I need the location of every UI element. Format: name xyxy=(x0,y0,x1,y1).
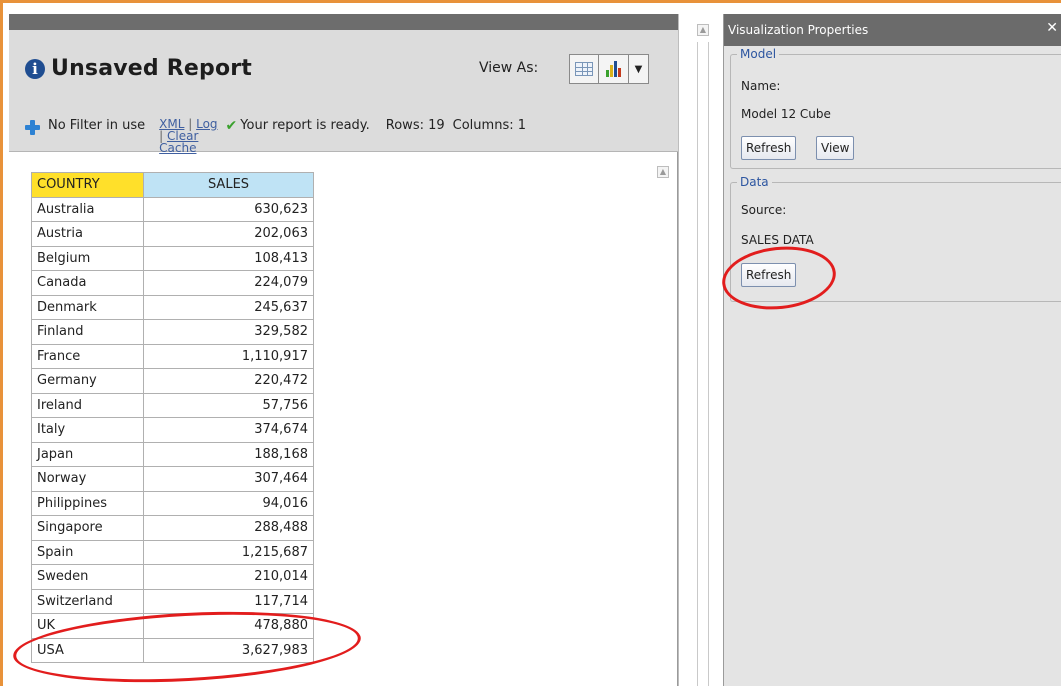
filter-text: No Filter in use xyxy=(48,118,146,133)
model-view-button[interactable]: View xyxy=(816,136,855,160)
checkmark-icon: ✔ xyxy=(225,118,238,134)
chevron-down-icon: ▼ xyxy=(634,63,643,75)
view-as-buttons: ▼ xyxy=(569,54,649,84)
table-row[interactable]: Japan 188,168 xyxy=(31,441,314,467)
table-row[interactable]: Sweden 210,014 xyxy=(31,564,314,590)
country-cell: Denmark xyxy=(31,294,144,320)
table-row[interactable]: Finland 329,582 xyxy=(31,319,314,345)
sales-cell: 329,582 xyxy=(143,319,314,345)
sales-cell: 108,413 xyxy=(143,245,314,271)
country-cell: Sweden xyxy=(31,564,144,590)
country-cell: France xyxy=(31,343,144,369)
sales-cell: 224,079 xyxy=(143,270,314,296)
country-cell: Australia xyxy=(31,196,144,222)
sales-cell: 57,756 xyxy=(143,392,314,418)
close-icon[interactable]: ✕ xyxy=(1046,20,1058,36)
filter-status-row: No Filter in use XML | Log | Clear Cache… xyxy=(25,118,526,154)
sales-cell: 1,215,687 xyxy=(143,539,314,565)
status-text: Your report is ready. xyxy=(240,118,370,133)
country-cell: Norway xyxy=(31,466,144,492)
report-table: COUNTRY SALES Australia 630,623 Austria 202… xyxy=(31,172,314,663)
view-dropdown-button[interactable]: ▼ xyxy=(629,54,649,84)
country-cell: Italy xyxy=(31,417,144,443)
sales-cell: 220,472 xyxy=(143,368,314,394)
country-cell: Singapore xyxy=(31,515,144,541)
table-row[interactable]: Spain 1,215,687 xyxy=(31,539,314,565)
sales-cell: 1,110,917 xyxy=(143,343,314,369)
country-cell: Canada xyxy=(31,270,144,296)
table-row[interactable]: Australia 630,623 xyxy=(31,196,314,222)
table-header-row: COUNTRY SALES xyxy=(31,172,314,198)
table-row[interactable]: Denmark 245,637 xyxy=(31,294,314,320)
columns-count: Columns: 1 xyxy=(452,118,526,133)
column-header-country[interactable]: COUNTRY xyxy=(31,172,144,198)
table-row[interactable]: Germany 220,472 xyxy=(31,368,314,394)
country-cell: Switzerland xyxy=(31,588,144,614)
model-name-value: Model 12 Cube xyxy=(741,107,831,121)
table-row[interactable]: Norway 307,464 xyxy=(31,466,314,492)
model-refresh-button[interactable]: Refresh xyxy=(741,136,797,160)
country-cell: Austria xyxy=(31,221,144,247)
log-link[interactable]: Log xyxy=(196,117,217,131)
properties-titlebar: Visualization Properties ✕ xyxy=(724,14,1061,46)
sales-cell: 210,014 xyxy=(143,564,314,590)
country-cell: Ireland xyxy=(31,392,144,418)
table-row[interactable]: Italy 374,674 xyxy=(31,417,314,443)
table-row[interactable]: Canada 224,079 xyxy=(31,270,314,296)
model-legend: Model xyxy=(737,47,780,61)
country-cell: Spain xyxy=(31,539,144,565)
table-view-button[interactable] xyxy=(569,54,599,84)
sales-cell: 307,464 xyxy=(143,466,314,492)
model-name-label: Name: xyxy=(741,79,781,93)
report-topbar xyxy=(9,14,678,30)
report-links: XML | Log | Clear Cache xyxy=(159,118,217,154)
scrollbar-track[interactable] xyxy=(697,42,709,686)
country-cell: Germany xyxy=(31,368,144,394)
sales-cell: 94,016 xyxy=(143,490,314,516)
table-row[interactable]: Ireland 57,756 xyxy=(31,392,314,418)
chart-view-button[interactable] xyxy=(599,54,629,84)
table-row[interactable]: France 1,110,917 xyxy=(31,343,314,369)
report-title-row: i Unsaved Report xyxy=(25,56,252,81)
cache-link[interactable]: Cache xyxy=(159,141,196,155)
sales-cell: 374,674 xyxy=(143,417,314,443)
rows-count: Rows: 19 xyxy=(385,118,445,133)
table-icon xyxy=(575,62,593,76)
country-cell: Philippines xyxy=(31,490,144,516)
sales-cell: 202,063 xyxy=(143,221,314,247)
scroll-up-arrow[interactable]: ▲ xyxy=(697,24,709,36)
table-row[interactable]: Belgium 108,413 xyxy=(31,245,314,271)
info-icon[interactable]: i xyxy=(25,58,45,79)
table-row[interactable]: Austria 202,063 xyxy=(31,221,314,247)
table-row[interactable]: Philippines 94,016 xyxy=(31,490,314,516)
country-cell: Belgium xyxy=(31,245,144,271)
table-row[interactable]: Singapore 288,488 xyxy=(31,515,314,541)
sales-cell: 117,714 xyxy=(143,588,314,614)
table-row[interactable]: Switzerland 117,714 xyxy=(31,588,314,614)
screenshot-frame: i Unsaved Report View As: ▼ No Filter in… xyxy=(0,0,1061,686)
data-legend: Data xyxy=(737,175,772,189)
model-section: Model Name: Model 12 Cube Refresh View xyxy=(730,47,1061,169)
country-cell: Finland xyxy=(31,319,144,345)
sales-cell: 630,623 xyxy=(143,196,314,222)
sales-cell: 288,488 xyxy=(143,515,314,541)
report-title: Unsaved Report xyxy=(51,56,253,81)
data-source-label: Source: xyxy=(741,203,787,217)
view-as-label: View As: xyxy=(479,60,539,76)
frame-border-top xyxy=(0,0,1061,3)
data-source-value: SALES DATA xyxy=(741,233,814,247)
country-cell: Japan xyxy=(31,441,144,467)
scroll-up-arrow[interactable]: ▲ xyxy=(657,166,669,178)
report-panel: i Unsaved Report View As: ▼ No Filter in… xyxy=(9,14,678,686)
column-header-sales[interactable]: SALES xyxy=(143,172,314,198)
properties-title: Visualization Properties xyxy=(728,23,869,37)
frame-border-left xyxy=(0,0,3,686)
panel-splitter[interactable]: ▲ xyxy=(678,14,719,686)
bar-chart-icon xyxy=(605,61,622,77)
sales-cell: 245,637 xyxy=(143,294,314,320)
visualization-properties-panel: Visualization Properties ✕ Model Name: M… xyxy=(723,14,1061,686)
sales-cell: 188,168 xyxy=(143,441,314,467)
report-header: i Unsaved Report View As: ▼ No Filter in… xyxy=(9,30,678,154)
add-filter-icon[interactable] xyxy=(25,120,40,135)
